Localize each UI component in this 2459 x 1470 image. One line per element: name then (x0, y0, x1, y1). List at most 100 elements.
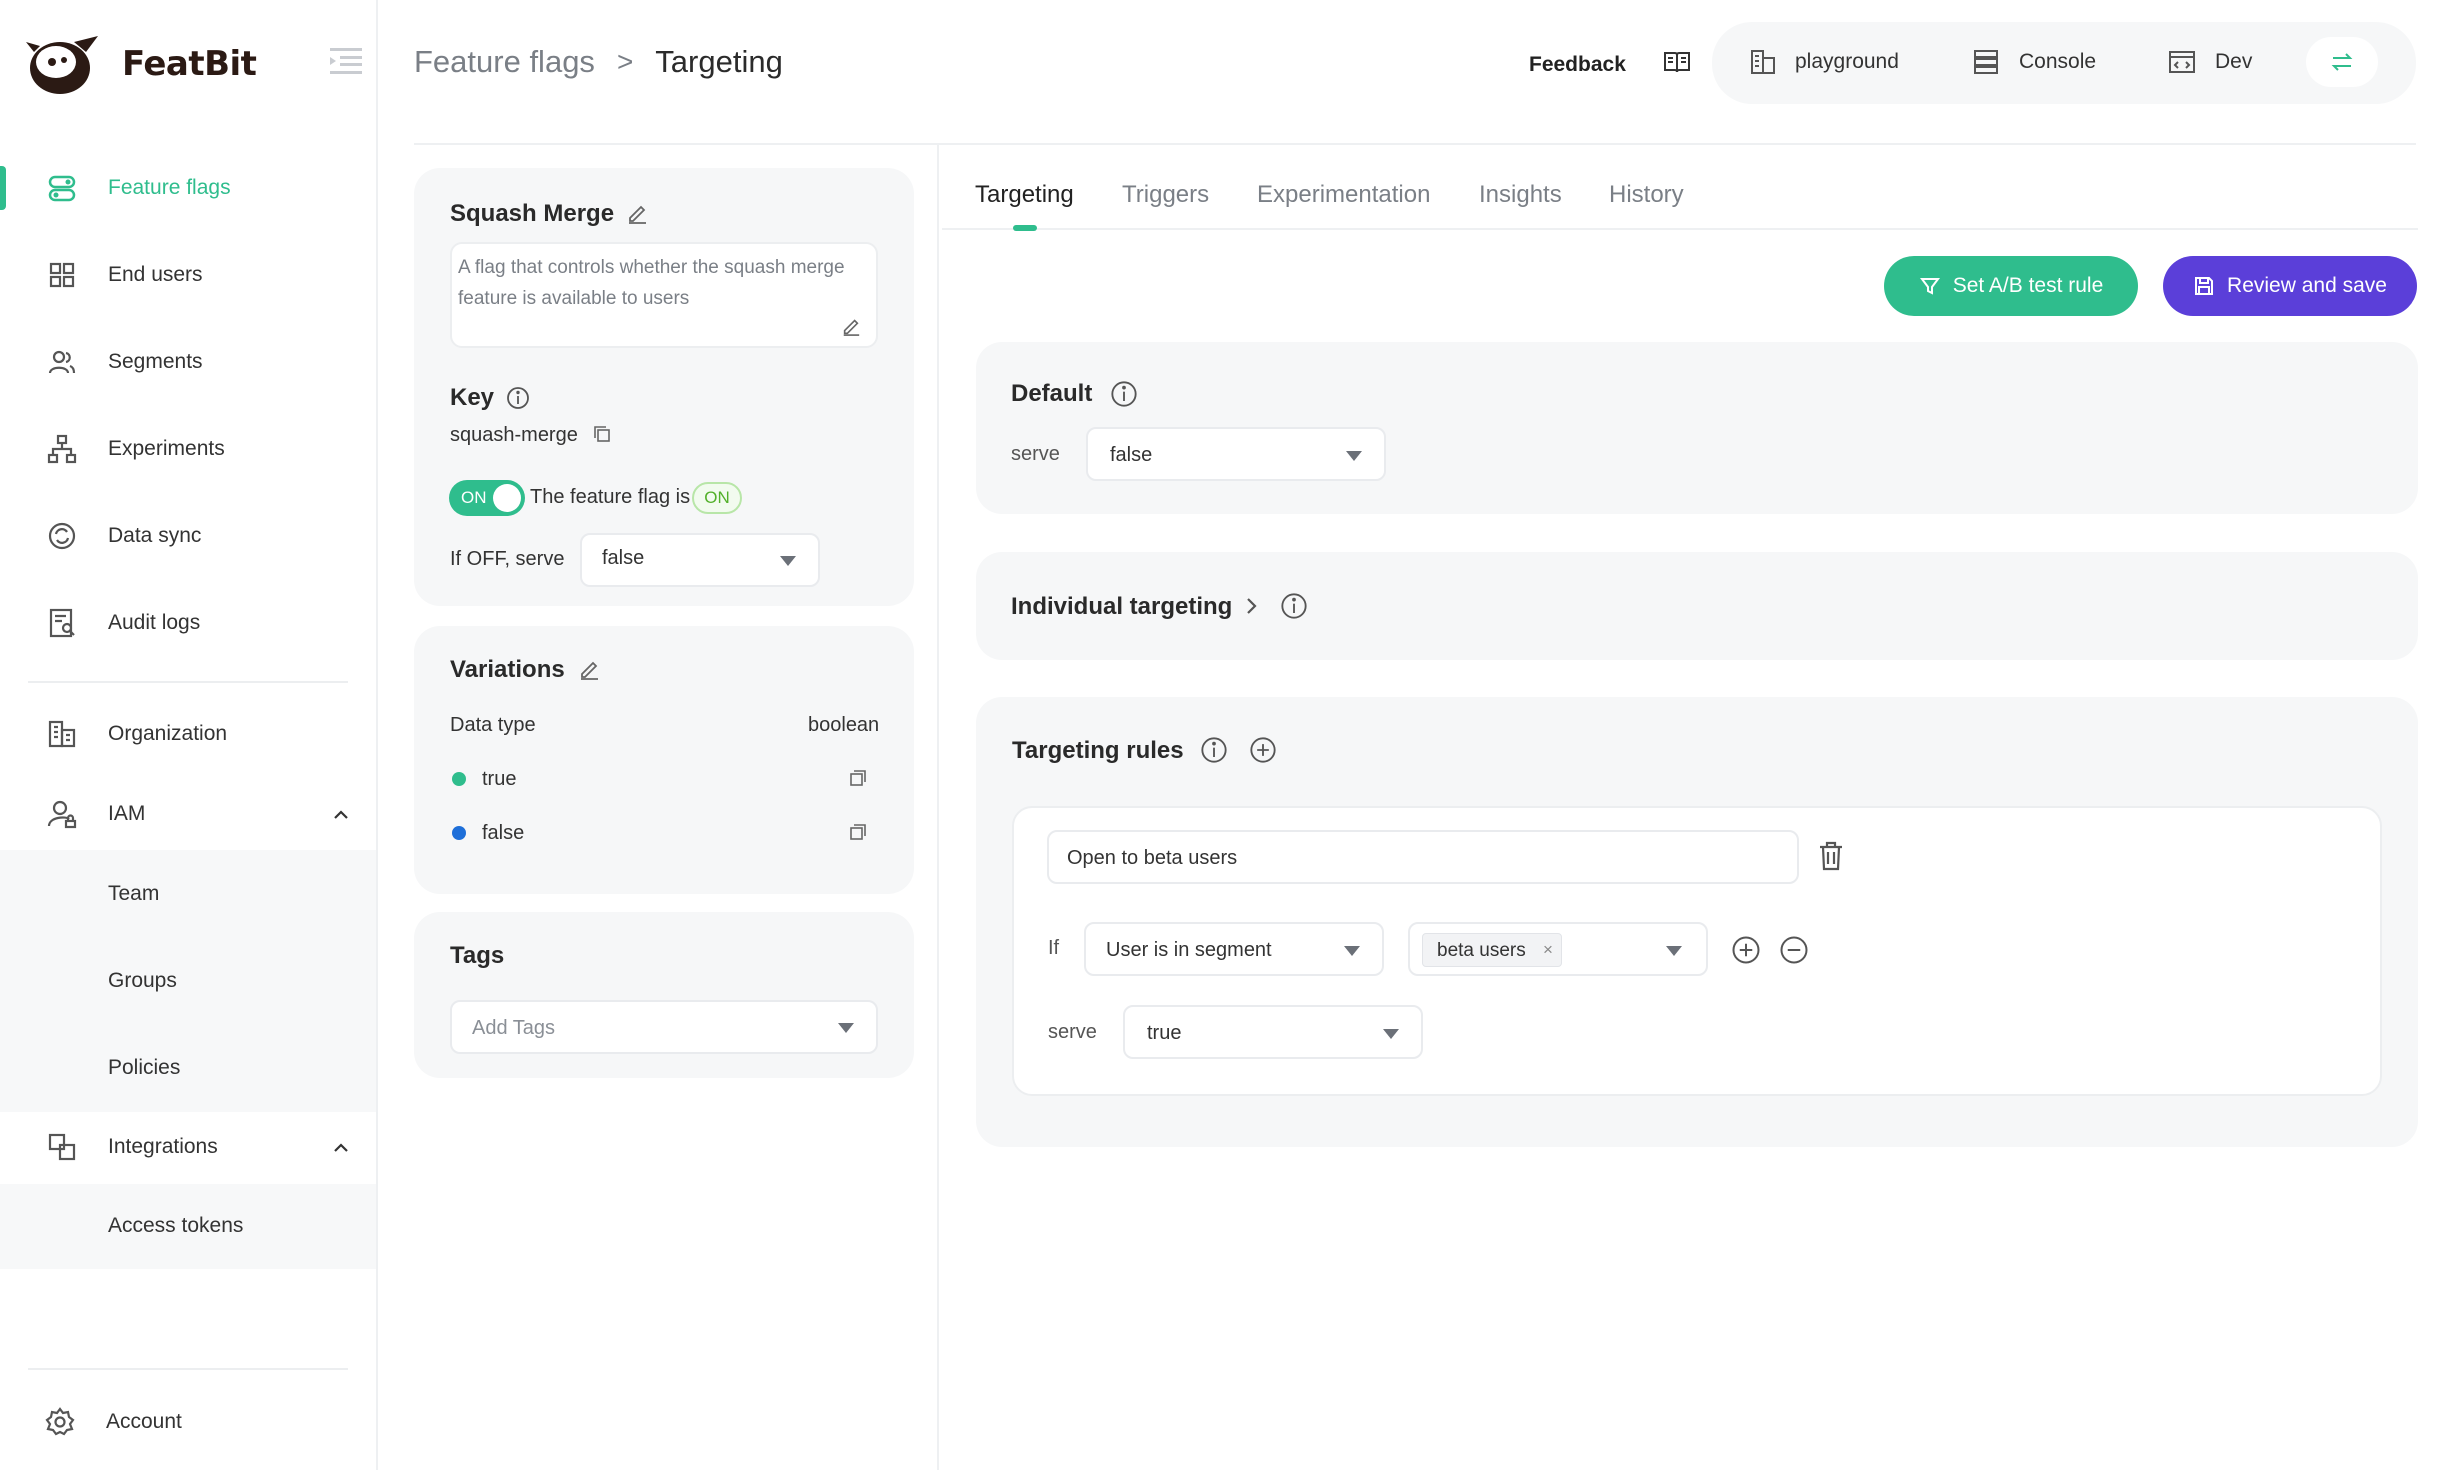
toggle-icon (48, 175, 76, 202)
tab-history[interactable]: History (1609, 181, 1684, 209)
project-selector[interactable]: playground (1795, 50, 1899, 74)
remove-condition-icon[interactable] (1779, 935, 1809, 965)
sidebar-item-segments[interactable]: Segments (0, 332, 378, 392)
chevron-down-icon (1344, 946, 1360, 956)
feedback-link[interactable]: Feedback (1529, 53, 1626, 77)
sidebar-item-organization[interactable]: Organization (0, 704, 378, 764)
segment-tag: beta users × (1422, 933, 1562, 967)
flag-status-toggle[interactable]: ON (449, 480, 525, 516)
rule-name-value: Open to beta users (1067, 847, 1238, 869)
sidebar-item-end-users[interactable]: End users (0, 245, 378, 305)
chevron-right-icon[interactable] (1244, 596, 1260, 616)
active-tab-indicator (1013, 225, 1037, 231)
column-divider (937, 145, 939, 1470)
rule-name-input[interactable]: Open to beta users (1047, 830, 1799, 884)
sidebar-item-account[interactable]: Account (0, 1392, 378, 1452)
variations-title: Variations (450, 656, 565, 683)
tab-insights[interactable]: Insights (1479, 181, 1562, 209)
flag-name: Squash Merge (450, 200, 615, 227)
sidebar-item-label: Account (106, 1410, 182, 1433)
add-condition-icon[interactable] (1731, 935, 1761, 965)
trash-icon[interactable] (1816, 840, 1846, 872)
edit-name-icon[interactable] (626, 202, 648, 224)
tab-experimentation[interactable]: Experimentation (1257, 181, 1430, 209)
app-root: FeatBit Feature flags End users Segments… (0, 0, 2459, 1470)
page-title: Targeting (655, 44, 783, 79)
variation-true: true (482, 768, 517, 790)
default-title: Default (1011, 380, 1093, 407)
chevron-down-icon (780, 556, 796, 566)
rule-serve-select[interactable]: true (1123, 1005, 1423, 1059)
sidebar: FeatBit Feature flags End users Segments… (0, 0, 378, 1470)
sidebar-item-label: Experiments (108, 437, 225, 460)
rule-serve-value: true (1147, 1022, 1182, 1044)
sidebar-item-label: Integrations (108, 1135, 218, 1158)
data-type-value: boolean (808, 714, 880, 736)
swap-icon (2331, 53, 2353, 71)
flag-description: A flag that controls whether the squash … (458, 257, 845, 309)
add-rule-icon[interactable] (1249, 736, 1277, 764)
default-serve-select[interactable]: false (1086, 427, 1386, 481)
flag-status-text: The feature flag is (530, 486, 691, 508)
review-and-save-button[interactable]: Review and save (2163, 256, 2417, 316)
info-icon[interactable] (506, 386, 530, 410)
breadcrumb: Feature flags > Targeting (414, 44, 783, 80)
serve-label: serve (1011, 443, 1060, 465)
off-serve-select[interactable]: false (580, 533, 820, 587)
sidebar-item-label: Segments (108, 350, 203, 373)
docs-book-icon[interactable] (1662, 47, 1692, 77)
chevron-down-icon (1666, 946, 1682, 956)
hierarchy-icon (47, 434, 77, 464)
condition-select[interactable]: User is in segment (1084, 922, 1384, 976)
remove-tag-icon[interactable]: × (1543, 940, 1553, 960)
project-building-icon (1751, 50, 1775, 74)
copy-icon[interactable] (848, 768, 868, 788)
edit-description-icon[interactable] (841, 316, 861, 336)
targeting-rules-title: Targeting rules (1012, 737, 1184, 764)
console-link[interactable]: Console (2019, 50, 2096, 74)
copy-icon[interactable] (592, 424, 612, 444)
user-lock-icon (47, 800, 77, 829)
set-ab-test-rule-button[interactable]: Set A/B test rule (1884, 256, 2138, 316)
sidebar-item-label: End users (108, 263, 203, 286)
tab-triggers[interactable]: Triggers (1122, 181, 1209, 209)
sidebar-item-label: IAM (108, 802, 146, 825)
chevron-up-icon[interactable] (332, 808, 350, 820)
sidebar-item-feature-flags[interactable]: Feature flags (0, 158, 378, 218)
info-icon[interactable] (1110, 380, 1138, 408)
sidebar-item-label: Feature flags (108, 176, 231, 199)
copy-icon[interactable] (848, 822, 868, 842)
condition-value: User is in segment (1106, 939, 1272, 961)
sidebar-item-experiments[interactable]: Experiments (0, 419, 378, 479)
tags-select[interactable]: Add Tags (450, 1000, 878, 1054)
logo[interactable]: FeatBit (24, 32, 257, 96)
chevron-down-icon (838, 1023, 854, 1033)
segment-select[interactable]: beta users × (1408, 922, 1708, 976)
environment-selector[interactable]: Dev (2215, 50, 2252, 74)
sidebar-divider (28, 681, 348, 683)
off-serve-value: false (602, 547, 645, 569)
edit-variations-icon[interactable] (578, 658, 600, 680)
tags-placeholder: Add Tags (472, 1017, 556, 1039)
save-icon (2195, 277, 2214, 295)
breadcrumb-separator: > (616, 46, 634, 77)
gear-icon (45, 1407, 75, 1436)
collapse-sidebar-icon[interactable] (330, 46, 362, 76)
sidebar-item-policies[interactable]: Policies (108, 1056, 180, 1080)
sidebar-item-team[interactable]: Team (108, 882, 159, 906)
individual-targeting-title[interactable]: Individual targeting (1011, 593, 1232, 621)
info-icon[interactable] (1280, 592, 1308, 620)
sidebar-item-groups[interactable]: Groups (108, 969, 177, 993)
sidebar-item-iam[interactable]: IAM (0, 784, 378, 844)
chevron-up-icon[interactable] (332, 1141, 350, 1153)
sidebar-item-access-tokens[interactable]: Access tokens (108, 1214, 243, 1238)
sidebar-item-label: Audit logs (108, 611, 201, 634)
breadcrumb-parent[interactable]: Feature flags (414, 44, 595, 80)
switch-environment-button[interactable] (2306, 37, 2378, 87)
sidebar-item-integrations[interactable]: Integrations (0, 1117, 378, 1177)
sidebar-item-audit-logs[interactable]: Audit logs (0, 593, 378, 653)
info-icon[interactable] (1200, 736, 1228, 764)
tab-targeting[interactable]: Targeting (975, 181, 1074, 209)
sidebar-item-data-sync[interactable]: Data sync (0, 506, 378, 566)
app-name: FeatBit (122, 44, 257, 84)
